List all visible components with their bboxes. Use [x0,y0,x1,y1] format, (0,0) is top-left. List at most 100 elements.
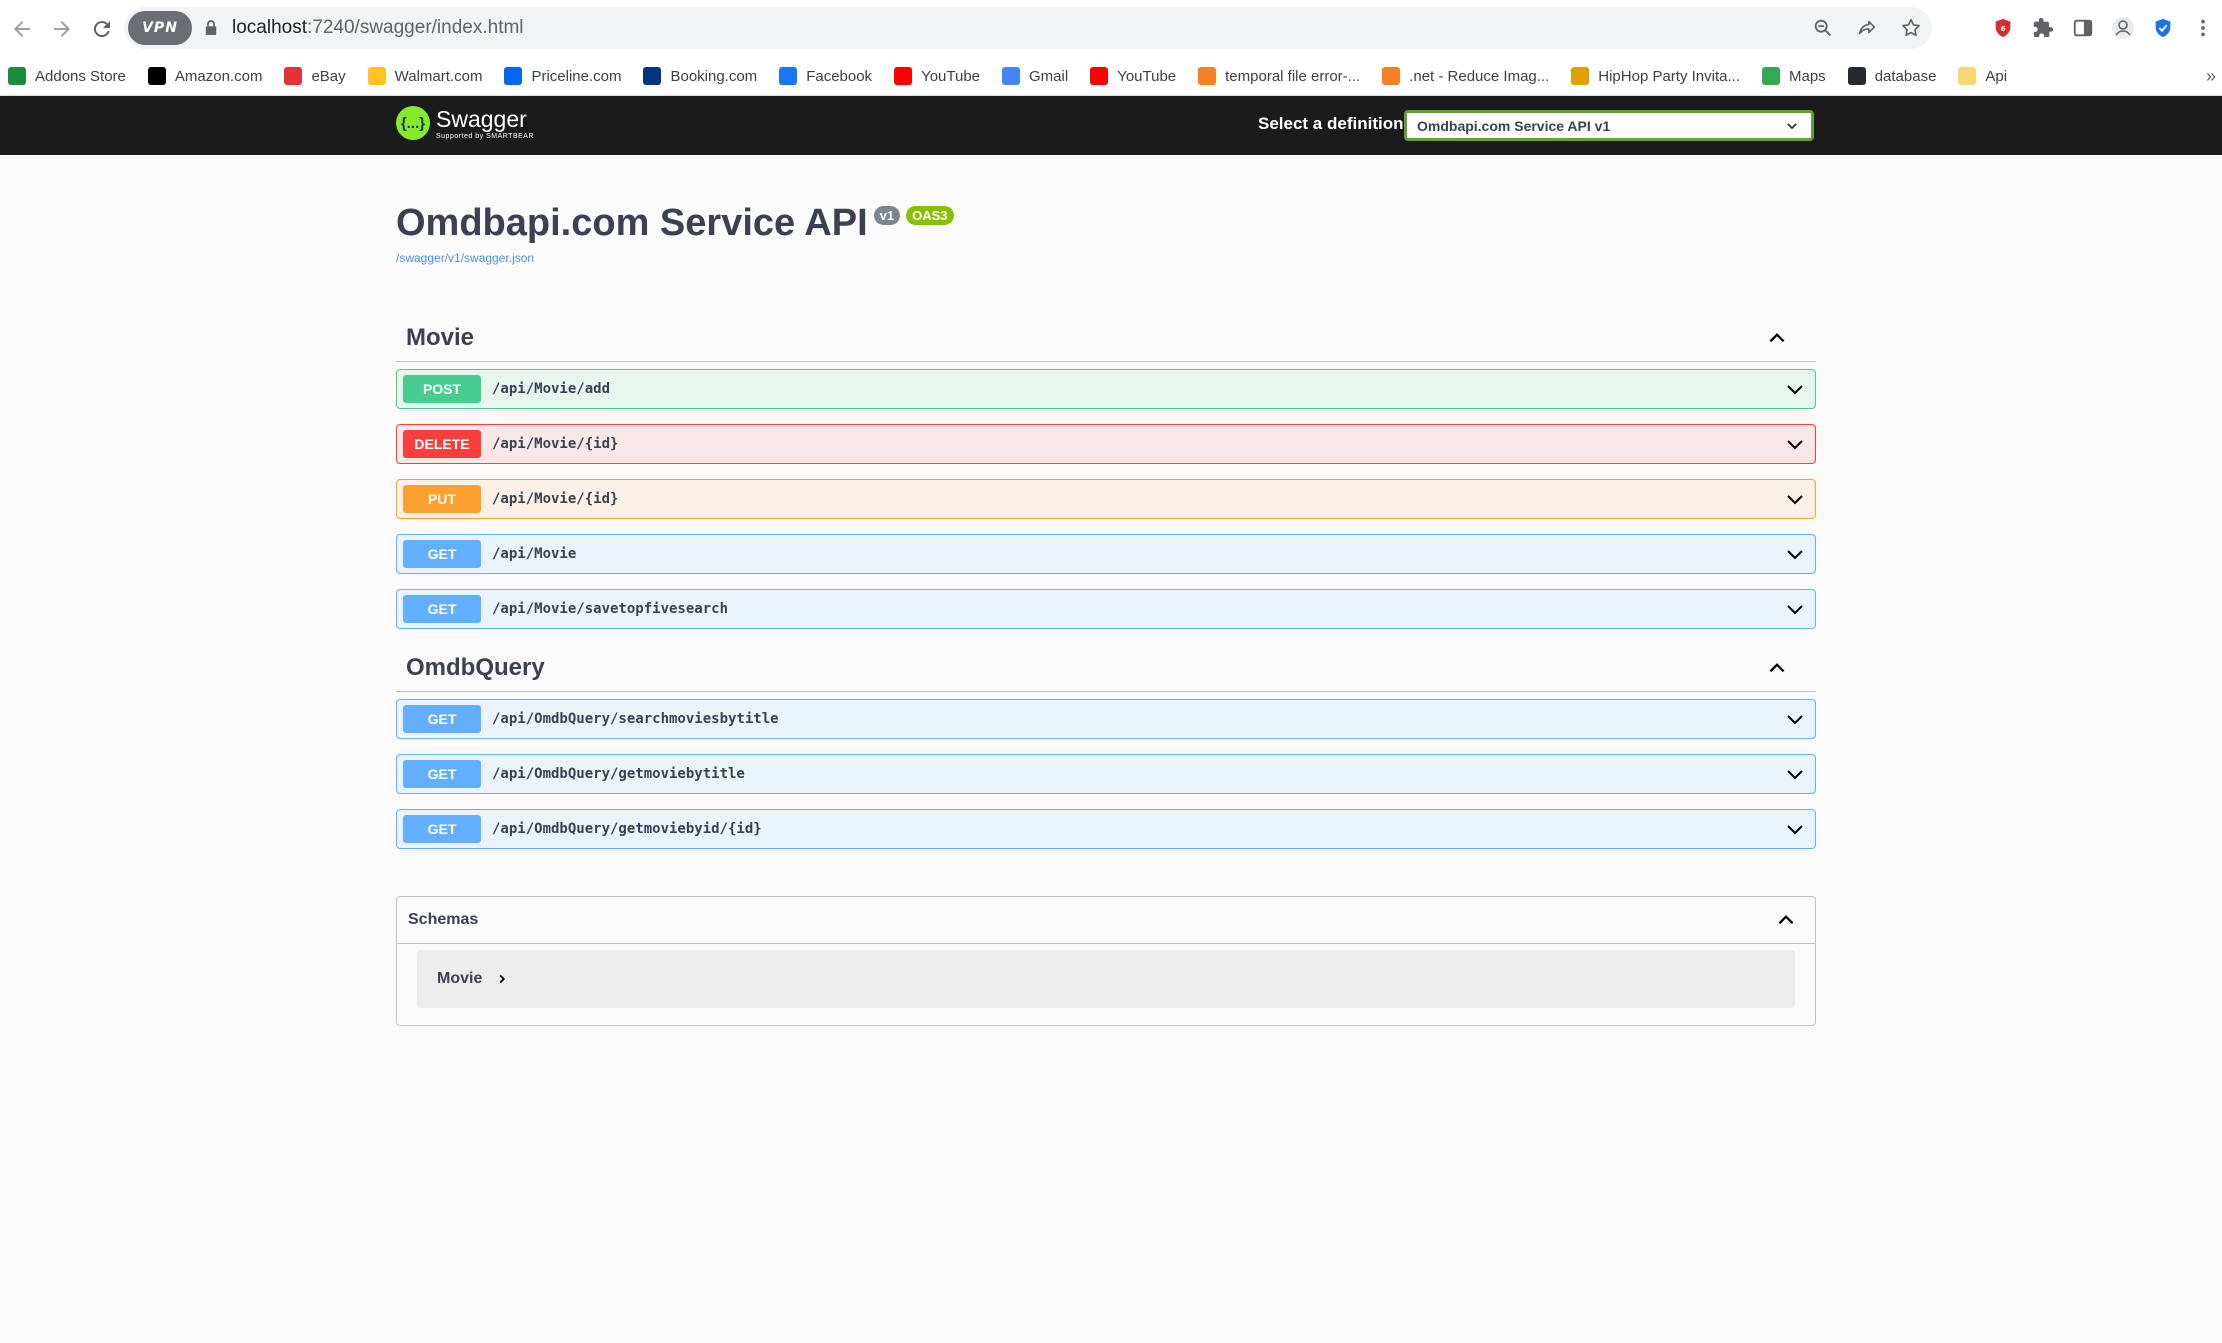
share-icon[interactable] [1856,17,1878,39]
url-text[interactable]: localhost:7240/swagger/index.html [232,17,524,39]
profile-icon[interactable] [2110,15,2136,41]
bookmark-item[interactable]: Facebook [779,67,872,85]
model-movie[interactable]: Movie [417,950,1795,1008]
bookmark-label: temporal file error-... [1225,67,1361,85]
chevron-down-icon [1787,123,1797,130]
browser-toolbar: VPN localhost:7240/swagger/index.html 6 [0,0,2222,57]
bookmark-item[interactable]: YouTube [894,67,980,85]
version-badge: v1 [873,206,901,225]
lock-icon[interactable] [204,18,220,38]
bookmarks-overflow-button[interactable]: » [2206,66,2216,87]
swagger-logo[interactable]: {...} Swagger Supported by SMARTBEAR [396,106,534,140]
star-icon[interactable] [1900,17,1922,39]
omnibox-actions [1812,7,1922,49]
operation-path: /api/OmdbQuery/getmoviebytitle [492,766,745,782]
chevron-down-icon[interactable] [1785,544,1805,569]
bee-icon [1571,67,1590,85]
back-button[interactable] [4,11,40,47]
bookmark-item[interactable]: Gmail [1002,67,1068,85]
tag-header[interactable]: OmdbQuery [396,645,1816,692]
bookmark-item[interactable]: database [1847,67,1937,85]
chevron-up-icon[interactable] [1775,909,1797,931]
sidepanel-icon[interactable] [2070,15,2096,41]
definition-select[interactable]: Omdbapi.com Service API v1 [1404,110,1814,141]
schemas-header[interactable]: Schemas [397,897,1815,944]
operation-delete[interactable]: DELETE/api/Movie/{id} [396,424,1816,464]
bookmark-item[interactable]: temporal file error-... [1198,67,1360,85]
chevron-down-icon[interactable] [1785,379,1805,404]
operation-get[interactable]: GET/api/OmdbQuery/searchmoviesbytitle [396,699,1816,739]
bookmark-item[interactable]: Maps [1762,67,1826,85]
bookmark-label: .net - Reduce Imag... [1409,67,1550,85]
bookmark-item[interactable]: HipHop Party Invita... [1571,67,1740,85]
bookmark-item[interactable]: eBay [284,67,346,85]
bookmark-item[interactable]: Api [1958,67,2007,85]
chevron-down-icon[interactable] [1785,709,1805,734]
bookmark-item[interactable]: Walmart.com [367,67,482,85]
youtube-icon [1090,67,1109,85]
bookmark-item[interactable]: YouTube [1090,67,1176,85]
operation-post[interactable]: POST/api/Movie/add [396,369,1816,409]
bookmark-item[interactable]: .net - Reduce Imag... [1382,67,1549,85]
http-method-badge: GET [403,815,481,843]
puzzle-extension-icon[interactable] [2030,15,2056,41]
booking-icon [643,67,662,85]
http-method-badge: GET [403,595,481,623]
operation-get[interactable]: GET/api/OmdbQuery/getmoviebyid/{id} [396,809,1816,849]
bitwarden-extension-icon[interactable] [2150,15,2176,41]
schemas-section: Schemas Movie [396,896,1816,1026]
bookmark-label: Amazon.com [174,67,263,85]
bookmark-item[interactable]: Priceline.com [504,67,621,85]
oas-badge: OAS3 [906,206,954,225]
bookmark-item[interactable]: Booking.com [643,67,757,85]
operation-get[interactable]: GET/api/Movie/savetopfivesearch [396,589,1816,629]
zoom-icon[interactable] [1812,17,1834,39]
bookmark-item[interactable]: Amazon.com [147,67,263,85]
addons-store-icon [8,67,26,85]
bookmark-item[interactable]: Addons Store [8,67,126,85]
bookmark-label: Booking.com [670,67,758,85]
more-vert-icon[interactable] [2190,15,2216,41]
chevron-down-icon[interactable] [1785,489,1805,514]
http-method-badge: GET [403,540,481,568]
swagger-logo-text: Swagger [436,105,527,132]
page-title: Omdbapi.com Service API v1 OAS3 [396,202,954,245]
reload-button[interactable] [84,11,120,47]
bookmark-label: YouTube [921,67,981,85]
tag-name: Movie [406,324,475,351]
shield-extension-icon[interactable]: 6 [1990,15,2016,41]
swagger-logo-icon: {...} [396,106,430,140]
tag-header[interactable]: Movie [396,315,1816,362]
amazon-icon [147,67,166,85]
url-path: :7240/swagger/index.html [307,17,524,38]
chevron-up-icon[interactable] [1766,327,1788,354]
bookmark-label: YouTube [1117,67,1177,85]
bookmark-label: database [1874,67,1937,85]
tag-name: OmdbQuery [406,654,545,681]
operation-get[interactable]: GET/api/Movie [396,534,1816,574]
chevron-up-icon[interactable] [1766,657,1788,684]
swagger-json-link[interactable]: /swagger/v1/swagger.json [396,251,954,265]
extensions-area: 6 [1990,9,2222,47]
chevron-down-icon[interactable] [1785,599,1805,624]
chevron-down-icon[interactable] [1785,819,1805,844]
stackoverflow-icon [1382,67,1401,85]
address-bar[interactable]: VPN localhost:7240/swagger/index.html [124,7,1932,49]
api-title: Omdbapi.com Service API [396,202,868,244]
bookmark-label: Facebook [806,67,873,85]
operation-path: /api/OmdbQuery/searchmoviesbytitle [492,711,779,727]
url-host: localhost [232,17,307,38]
svg-text:6: 6 [2000,24,2005,33]
bookmark-label: eBay [311,67,346,85]
walmart-icon [367,67,386,85]
operation-path: /api/Movie/{id} [492,436,619,452]
operation-get[interactable]: GET/api/OmdbQuery/getmoviebytitle [396,754,1816,794]
forward-button[interactable] [44,11,80,47]
vpn-button[interactable]: VPN [128,11,192,45]
chevron-down-icon[interactable] [1785,764,1805,789]
google-icon [1002,67,1021,85]
operation-path: /api/Movie/add [492,381,611,397]
operation-put[interactable]: PUT/api/Movie/{id} [396,479,1816,519]
model-name: Movie [437,970,483,987]
chevron-down-icon[interactable] [1785,434,1805,459]
